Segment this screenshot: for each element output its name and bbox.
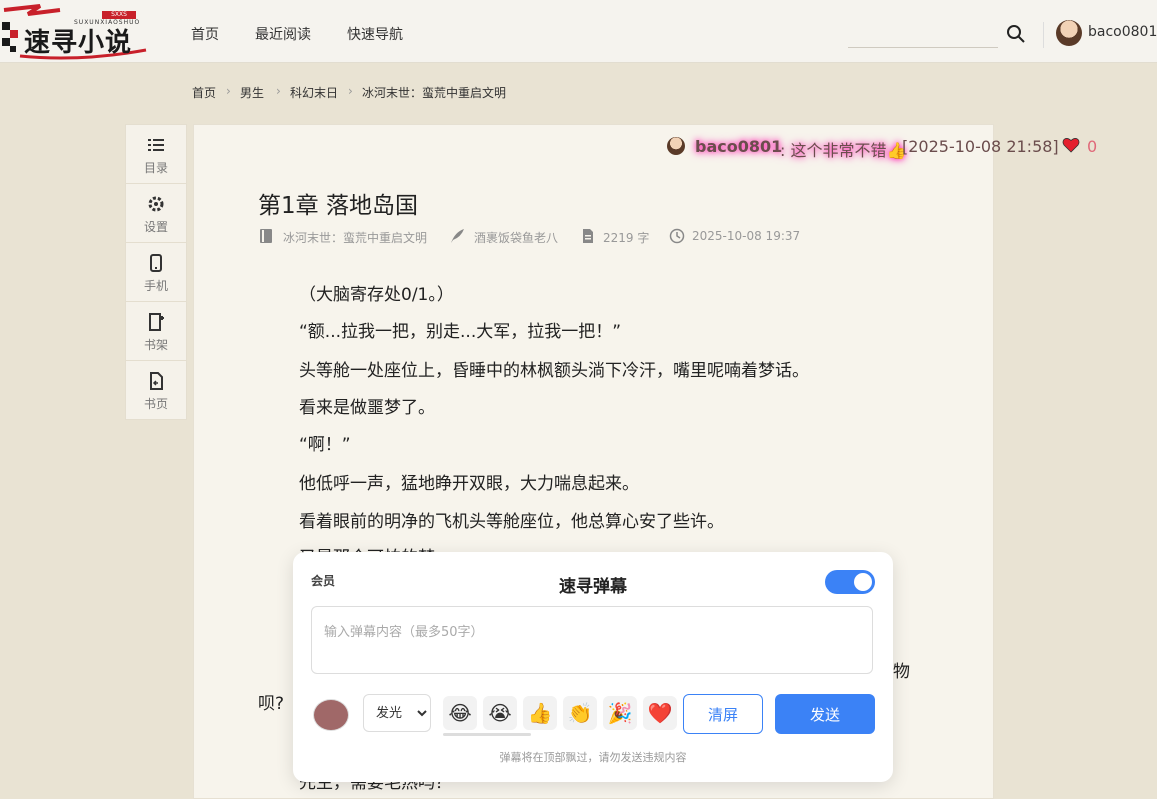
search-icon[interactable]: [1006, 24, 1026, 44]
sidebar-item-label: 设置: [143, 220, 168, 234]
username[interactable]: baco0801: [1088, 24, 1157, 40]
emoji-scrollbar[interactable]: [443, 733, 531, 736]
breadcrumb-category[interactable]: 男生: [240, 84, 264, 101]
dialog-hint: 弹幕将在顶部飘过，请勿发送违规内容: [499, 751, 687, 764]
paragraph: 他低呼一声，猛地睁开双眼，大力喘息起来。: [299, 474, 639, 494]
word-count-icon: [583, 229, 593, 243]
danmaku-text: : 这个非常不错👍: [780, 141, 907, 160]
user-avatar[interactable]: [1056, 20, 1082, 46]
bookshelf-add-icon: [149, 313, 164, 331]
paragraph: 头等舱一处座位上，昏睡中的林枫额头淌下冷汗，嘴里呢喃着梦话。: [299, 361, 809, 381]
send-button[interactable]: 发送: [775, 694, 875, 734]
chapter-author[interactable]: 酒裹饭袋鱼老八: [474, 229, 558, 246]
phone-icon: [150, 254, 162, 272]
sidebar-item-label: 书页: [143, 397, 168, 411]
sidebar-item-label: 书架: [143, 338, 168, 352]
header-divider: [1043, 22, 1044, 48]
book-page-icon: [150, 372, 163, 390]
chapter-word-count: 2219 字: [603, 231, 650, 245]
danmaku-time: [2025-10-08 21:58]: [902, 137, 1059, 156]
emoji-cry-button[interactable]: 😭: [483, 696, 517, 730]
sidebar-item-bookshelf[interactable]: 书架: [126, 302, 186, 361]
sidebar-item-phone[interactable]: 手机: [126, 243, 186, 302]
paragraph: （大脑寄存处0/1。）: [299, 285, 454, 305]
quill-icon: [451, 229, 464, 243]
danmaku-like-count: 0: [1087, 137, 1098, 156]
chevron-right-icon: ›: [276, 84, 281, 98]
sidebar-item-label: 手机: [143, 279, 168, 293]
sidebar-item-label: 目录: [143, 161, 168, 175]
emoji-heart-button[interactable]: ❤️: [643, 696, 677, 730]
danmaku-dialog: 会员 速寻弹幕 发光 😂 😭 👍 👏 🎉 ❤️ 清屏 发送 弹幕将在顶部飘过，请…: [293, 552, 893, 782]
heart-icon[interactable]: [1062, 136, 1080, 154]
emoji-thumbs-up-button[interactable]: 👍: [523, 696, 557, 730]
nav-recent-reading[interactable]: 最近阅读: [255, 24, 311, 44]
dialog-title: 速寻弹幕: [559, 577, 627, 597]
book-icon: [260, 229, 272, 243]
sidebar-item-settings[interactable]: 设置: [126, 184, 186, 243]
paragraph: 看来是做噩梦了。: [299, 398, 435, 418]
chevron-right-icon: ›: [226, 84, 231, 98]
gear-icon: [148, 196, 164, 212]
emoji-party-button[interactable]: 🎉: [603, 696, 637, 730]
breadcrumb-book[interactable]: 冰河末世：蛮荒中重启文明: [362, 84, 506, 101]
breadcrumb-genre[interactable]: 科幻末日: [290, 84, 338, 101]
clock-icon: [669, 228, 685, 244]
chapter-book-name[interactable]: 冰河末世：蛮荒中重启文明: [283, 229, 427, 246]
logo-domain-tag: SXXS: [102, 11, 136, 19]
emoji-laugh-button[interactable]: 😂: [443, 696, 477, 730]
paragraph-fragment: 物: [893, 662, 910, 682]
nav-home[interactable]: 首页: [191, 24, 219, 44]
color-picker[interactable]: [313, 699, 349, 731]
top-header: SXXS SUXUNXIAOSHUO 速寻小说 首页 最近阅读 快速导航 bac…: [0, 0, 1157, 63]
breadcrumb-home[interactable]: 首页: [192, 84, 216, 101]
paragraph: “啊！”: [299, 435, 351, 455]
sidebar-item-toc[interactable]: 目录: [126, 125, 186, 184]
toggle-knob: [854, 573, 872, 591]
danmaku-avatar: [667, 137, 685, 155]
logo-text: 速寻小说: [24, 28, 133, 58]
reader-sidebar: 目录 设置 手机 书架 书页: [125, 124, 187, 420]
chapter-title: 第1章 落地岛国: [258, 193, 418, 219]
search-input[interactable]: [848, 47, 998, 48]
style-select[interactable]: 发光: [363, 694, 431, 732]
emoji-clap-button[interactable]: 👏: [563, 696, 597, 730]
clear-screen-button[interactable]: 清屏: [683, 694, 763, 734]
site-logo[interactable]: SXXS SUXUNXIAOSHUO 速寻小说: [0, 0, 150, 62]
chapter-date: 2025-10-08 19:37: [692, 229, 801, 243]
danmaku-username: baco0801: [695, 137, 783, 156]
sidebar-item-book-page[interactable]: 书页: [126, 361, 186, 419]
list-icon: [148, 139, 164, 151]
chevron-right-icon: ›: [348, 84, 353, 98]
paragraph: 看着眼前的明净的飞机头等舱座位，他总算心安了些许。: [299, 512, 724, 532]
paragraph-fragment: 呗?: [258, 694, 285, 714]
danmaku-input[interactable]: [311, 606, 873, 674]
nav-quick-navigation[interactable]: 快速导航: [347, 24, 403, 44]
danmaku-toggle[interactable]: [825, 570, 875, 594]
paragraph: “额...拉我一把，别走...大军，拉我一把！”: [299, 322, 622, 342]
